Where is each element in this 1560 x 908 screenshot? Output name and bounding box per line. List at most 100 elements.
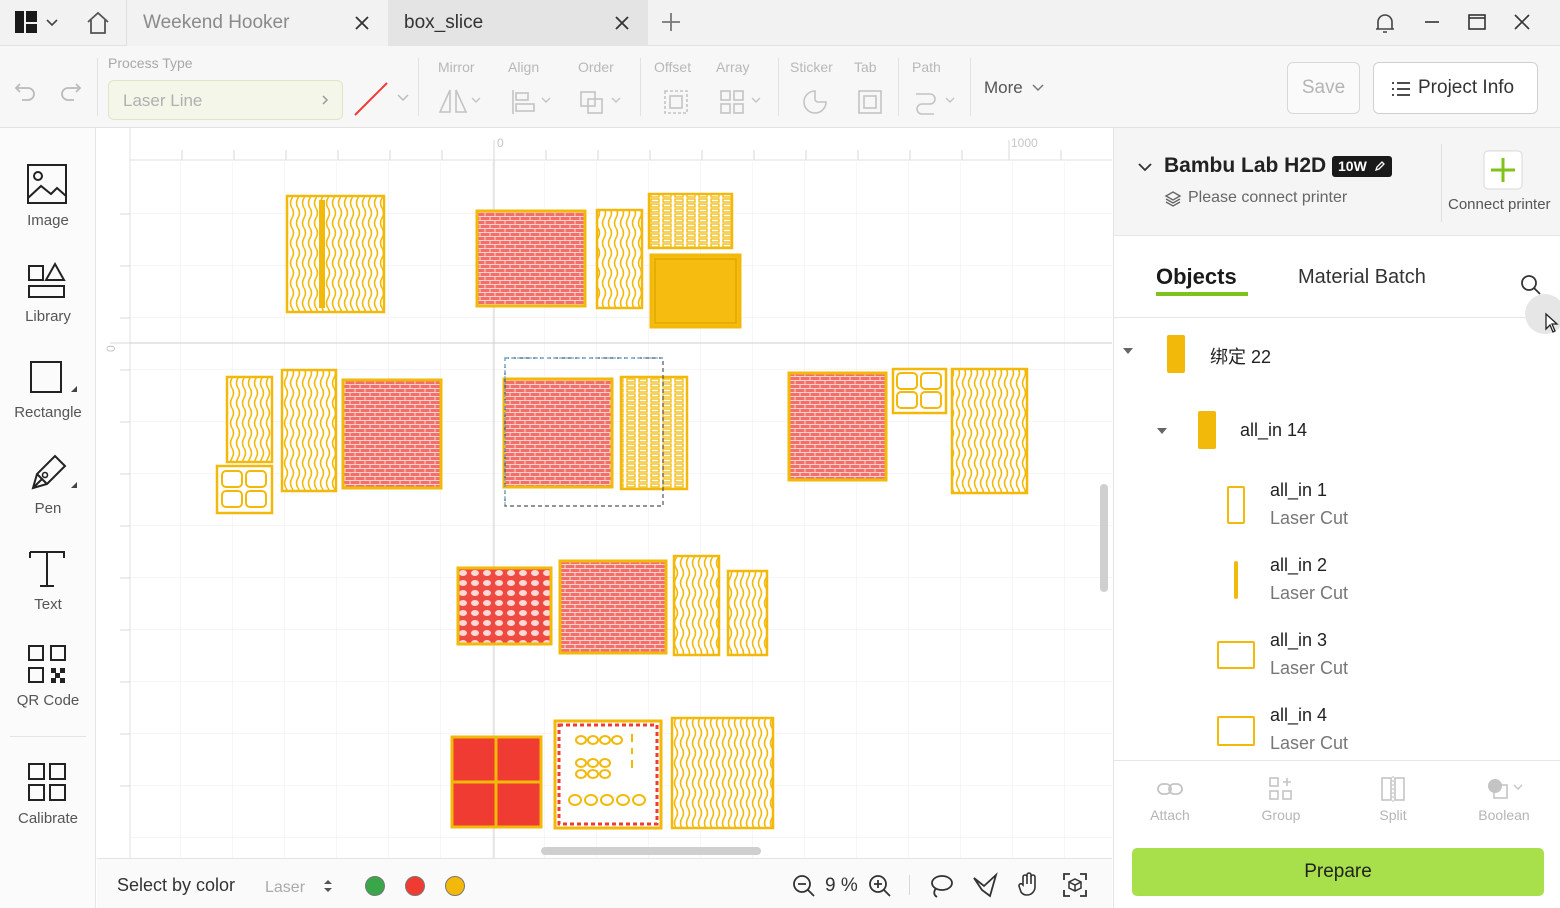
horizontal-scrollbar[interactable] <box>541 847 761 855</box>
printer-area: Bambu Lab H2D 10W Please connect printer… <box>1114 128 1560 236</box>
project-info-button[interactable]: Project Info <box>1373 62 1538 114</box>
ruler-label-0: 0 <box>497 136 504 150</box>
calibrate-tool[interactable]: Calibrate <box>0 760 96 850</box>
design-canvas[interactable]: 0 1000 0 <box>97 128 1112 858</box>
zoom-out-icon[interactable] <box>791 873 817 899</box>
laser-line-color-icon[interactable] <box>352 80 390 118</box>
connect-printer-label[interactable]: Connect printer <box>1448 196 1551 213</box>
toolbar-divider <box>640 58 641 116</box>
align-group-label: Align <box>508 59 540 75</box>
canvas-piece-group-1[interactable] <box>285 194 386 314</box>
object-name: 绑定 22 <box>1210 347 1272 367</box>
vertical-scrollbar[interactable] <box>1100 484 1108 592</box>
app-logo-icon[interactable] <box>14 10 38 34</box>
edit-pencil-icon <box>1374 161 1385 172</box>
object-process: Laser Cut <box>1270 583 1349 603</box>
laser-power-badge[interactable]: 10W <box>1332 156 1392 177</box>
object-process: Laser Cut <box>1270 508 1349 528</box>
offset-icon[interactable] <box>662 88 690 116</box>
boolean-icon <box>1488 779 1523 799</box>
tab-icon[interactable] <box>856 88 884 116</box>
layers-icon <box>1164 191 1182 207</box>
canvas-piece-group-2[interactable] <box>475 192 742 329</box>
tool-label: Text <box>34 596 62 613</box>
canvas-selected-group[interactable] <box>502 357 689 507</box>
tool-label: Pen <box>34 500 62 517</box>
prepare-button[interactable]: Prepare <box>1132 848 1544 896</box>
close-icon[interactable] <box>614 15 630 31</box>
color-filter-green[interactable] <box>365 876 385 896</box>
toolbar-divider <box>898 58 899 116</box>
tab-material-batch[interactable]: Material Batch <box>1298 266 1426 289</box>
minimize-icon[interactable] <box>1420 10 1444 34</box>
process-type-select[interactable]: Laser Line <box>108 80 343 120</box>
chevron-down-icon[interactable] <box>396 92 410 104</box>
printer-name[interactable]: Bambu Lab H2D <box>1164 154 1326 178</box>
color-filter-yellow[interactable] <box>445 876 465 896</box>
array-icon[interactable] <box>718 88 764 116</box>
tree-item-all-in-14[interactable]: all_in 14 <box>1114 400 1560 462</box>
chevron-down-icon[interactable] <box>44 14 60 30</box>
save-button[interactable]: Save <box>1287 62 1360 114</box>
text-icon <box>29 551 65 587</box>
tree-item-all-in-1[interactable]: all_in 1 Laser Cut <box>1114 476 1560 538</box>
tool-label: Library <box>25 308 71 325</box>
qr-code-tool[interactable]: QR Code <box>0 642 96 732</box>
mirror-group-label: Mirror <box>438 59 475 75</box>
undo-icon[interactable] <box>12 76 38 102</box>
more-label: More <box>984 78 1023 97</box>
active-tab-indicator <box>1156 292 1248 296</box>
redo-icon[interactable] <box>58 76 84 102</box>
text-tool[interactable]: Text <box>0 546 96 636</box>
tab-label: Weekend Hooker <box>143 12 290 33</box>
expand-triangle-icon[interactable] <box>1122 346 1134 356</box>
search-icon[interactable] <box>1520 274 1542 296</box>
tab-weekend-hooker[interactable]: Weekend Hooker <box>126 0 388 46</box>
calibrate-icon <box>28 763 66 801</box>
path-icon[interactable] <box>912 88 958 116</box>
pen-tool[interactable]: Pen <box>0 450 96 540</box>
window-close-icon[interactable] <box>1510 10 1534 34</box>
list-icon <box>1392 82 1410 96</box>
object-name: all_in 3 <box>1270 630 1328 650</box>
order-icon[interactable] <box>578 88 624 116</box>
sticker-group-label: Sticker <box>790 59 833 75</box>
laser-select-value: Laser <box>265 879 306 896</box>
align-icon[interactable] <box>510 88 554 116</box>
close-icon[interactable] <box>354 15 370 31</box>
notification-bell-icon[interactable] <box>1372 10 1398 36</box>
zoom-in-icon[interactable] <box>867 873 893 899</box>
object-process: Laser Cut <box>1270 733 1349 753</box>
tree-item-all-in-4[interactable]: all_in 4 Laser Cut <box>1114 701 1560 763</box>
new-tab-plus-icon[interactable] <box>660 11 682 33</box>
sticker-icon[interactable] <box>801 88 829 116</box>
tool-label: Image <box>27 212 69 229</box>
project-info-label: Project Info <box>1418 77 1515 98</box>
laser-select[interactable]: Laser <box>265 877 335 897</box>
maximize-icon[interactable] <box>1465 10 1489 34</box>
lasso-select-icon[interactable] <box>927 872 955 900</box>
tool-label: Rectangle <box>14 404 82 421</box>
tree-item-all-in-3[interactable]: all_in 3 Laser Cut <box>1114 626 1560 688</box>
tab-objects[interactable]: Objects <box>1156 264 1237 290</box>
image-tool[interactable]: Image <box>0 162 96 252</box>
library-tool[interactable]: Library <box>0 258 96 348</box>
right-panel: Bambu Lab H2D 10W Please connect printer… <box>1113 128 1560 908</box>
hand-pan-icon[interactable] <box>1015 871 1043 899</box>
tab-box-slice[interactable]: box_slice <box>388 0 648 46</box>
mirror-icon[interactable] <box>438 88 484 116</box>
printer-status: Please connect printer <box>1188 189 1348 206</box>
home-icon[interactable] <box>84 9 112 37</box>
color-filter-red[interactable] <box>405 876 425 896</box>
rectangle-tool[interactable]: Rectangle <box>0 354 96 444</box>
chevron-down-icon[interactable] <box>1136 158 1154 176</box>
expand-triangle-icon[interactable] <box>1156 426 1168 436</box>
tab-group-label: Tab <box>854 59 877 75</box>
fit-view-icon[interactable] <box>1061 871 1089 899</box>
polygon-select-icon[interactable] <box>971 872 999 900</box>
tree-item-all-in-2[interactable]: all_in 2 Laser Cut <box>1114 551 1560 613</box>
more-button[interactable]: More <box>984 78 1045 98</box>
tree-item-group-22[interactable]: 绑定 22 <box>1114 324 1560 386</box>
process-type-value: Laser Line <box>123 91 203 110</box>
connect-printer-plus-icon[interactable] <box>1483 150 1523 190</box>
